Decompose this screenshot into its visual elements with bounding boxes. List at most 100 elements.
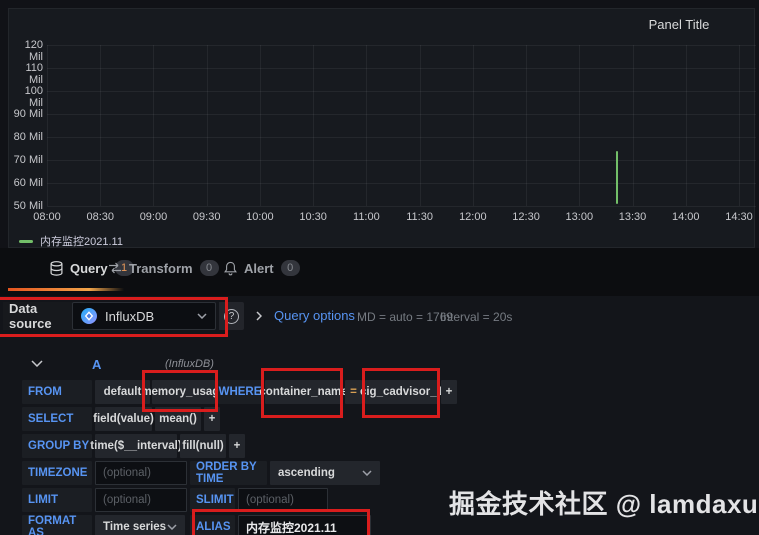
y-axis-tick-label: 80 Mil [13, 131, 43, 143]
fill-segment[interactable]: fill(null) [180, 434, 226, 458]
query-datasource-hint: (InfluxDB) [165, 358, 214, 370]
x-axis-tick-label: 12:30 [512, 211, 540, 223]
group-by-keyword: GROUP BY [22, 434, 92, 458]
x-gridline [738, 45, 740, 206]
x-axis-tick-label: 08:00 [33, 211, 61, 223]
y-axis-tick-label: 60 Mil [13, 177, 43, 189]
datasource-help-button[interactable]: ? [219, 302, 244, 330]
x-gridline [366, 45, 368, 206]
query-collapse-toggle[interactable] [31, 360, 43, 367]
x-gridline [685, 45, 687, 206]
add-condition-button[interactable]: + [441, 380, 457, 404]
tab-transform[interactable]: Transform 0 [108, 260, 219, 276]
query-options-toggle[interactable]: Query options [256, 308, 355, 323]
x-axis-tick-label: 11:00 [353, 211, 380, 223]
x-gridline [632, 45, 634, 206]
chevron-down-icon [362, 470, 372, 476]
active-tab-underline [8, 288, 124, 291]
x-gridline [313, 45, 315, 206]
tab-alert-count: 0 [280, 260, 300, 276]
where-keyword: WHERE [218, 380, 262, 404]
influxdb-logo-icon [81, 308, 97, 324]
x-gridline [47, 45, 48, 206]
bell-icon [224, 261, 237, 275]
timezone-input[interactable] [95, 461, 187, 485]
transform-icon [109, 262, 121, 274]
database-icon [50, 260, 63, 276]
y-axis-tick-label: 70 Mil [13, 154, 43, 166]
slimit-input[interactable] [238, 488, 328, 512]
datasource-value: InfluxDB [105, 308, 155, 324]
interval-readout: Interval = 20s [440, 310, 513, 324]
order-by-value: ascending [278, 467, 335, 479]
x-axis-tick-label: 09:00 [139, 211, 168, 223]
x-gridline [472, 45, 474, 206]
aggregation-segment[interactable]: mean() [155, 407, 201, 431]
measurement-segment[interactable]: memory_usage [141, 380, 226, 404]
tab-transform-count: 0 [199, 260, 219, 276]
order-by-time-keyword: ORDER BY TIME [190, 461, 267, 485]
x-axis-tick-label: 13:30 [618, 211, 647, 223]
limit-keyword: LIMIT [22, 488, 92, 512]
format-as-keyword: FORMAT AS [22, 515, 92, 535]
chevron-down-icon [167, 524, 177, 530]
legend-series-color-dash [19, 239, 33, 243]
alias-input[interactable] [238, 515, 371, 535]
select-keyword: SELECT [22, 407, 92, 431]
x-axis-tick-label: 14:00 [671, 211, 700, 223]
x-axis-tick-label: 08:30 [86, 211, 114, 223]
x-axis-tick-label: 13:00 [565, 211, 594, 223]
tab-transform-label: Transform [129, 260, 193, 276]
x-axis-tick-label: 12:00 [459, 211, 487, 223]
chevron-down-icon [31, 360, 43, 367]
limit-input[interactable] [95, 488, 187, 512]
y-axis-tick-label: 90 Mil [13, 108, 43, 120]
x-axis-tick-label: 14:30 [725, 211, 753, 223]
query-ref-id[interactable]: A [92, 357, 101, 372]
add-select-button[interactable]: + [204, 407, 220, 431]
order-by-select[interactable]: ascending [270, 461, 380, 485]
y-gridline [47, 206, 756, 207]
x-gridline [526, 45, 528, 206]
tag-value-segment[interactable]: cig_cadvisor_1 [360, 380, 443, 404]
legend[interactable]: 内存监控2021.11 [19, 233, 123, 249]
x-gridline [100, 45, 102, 206]
legend-series-label[interactable]: 内存监控2021.11 [40, 233, 123, 249]
y-axis-tick-label: 120 Mil [24, 39, 43, 63]
x-gridline [579, 45, 581, 206]
chart-panel: Panel Title 内存监控2021.11 120 Mil 110 Mil 10… [8, 8, 756, 249]
tab-query-label: Query [70, 260, 108, 276]
y-axis-tick-label: 100 Mil [24, 85, 43, 109]
query-options-label: Query options [274, 308, 355, 323]
watermark-text: 掘金技术社区 @ lamdaxu [449, 489, 759, 519]
x-gridline [153, 45, 155, 206]
panel-title[interactable]: Panel Title [599, 17, 759, 32]
chevron-down-icon [197, 313, 207, 319]
alias-keyword: ALIAS [190, 515, 235, 535]
x-gridline [259, 45, 261, 206]
grafana-panel-editor: Panel Title 内存监控2021.11 120 Mil 110 Mil 10… [0, 0, 759, 535]
group-by-time-segment[interactable]: time($__interval) [90, 434, 182, 458]
help-question-icon: ? [224, 308, 239, 324]
tab-alert[interactable]: Alert 0 [224, 260, 300, 276]
from-keyword: FROM [22, 380, 92, 404]
timezone-keyword: TIMEZONE [22, 461, 92, 485]
tab-alert-label: Alert [244, 260, 274, 276]
tag-key-segment[interactable]: container_name [259, 380, 348, 404]
x-axis-tick-label: 09:30 [192, 211, 221, 223]
chevron-right-icon [256, 310, 262, 321]
max-data-points-readout: MD = auto = 1769 [357, 310, 454, 324]
format-as-select[interactable]: Time series [95, 515, 185, 535]
x-gridline [419, 45, 421, 206]
y-axis-tick-label: 110 Mil [25, 62, 43, 86]
slimit-keyword: SLIMIT [190, 488, 235, 512]
add-group-by-button[interactable]: + [229, 434, 245, 458]
series-data-spike[interactable] [615, 150, 618, 204]
datasource-picker[interactable]: InfluxDB [72, 302, 216, 330]
field-segment[interactable]: field(value) [93, 407, 154, 431]
x-axis-tick-label: 10:00 [246, 211, 274, 223]
x-gridline [206, 45, 208, 206]
x-axis-tick-label: 11:30 [406, 211, 433, 223]
format-as-value: Time series [103, 521, 167, 533]
datasource-label: Data source [3, 301, 72, 331]
